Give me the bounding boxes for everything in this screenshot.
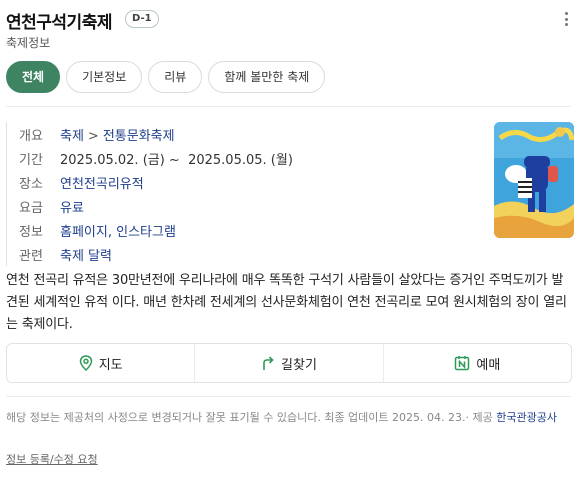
page-subtitle: 축제정보 bbox=[6, 36, 51, 50]
tab-basic-info[interactable]: 기본정보 bbox=[66, 61, 143, 93]
map-pin-icon bbox=[79, 355, 92, 371]
booking-button-label: 예매 bbox=[476, 357, 501, 373]
directions-arrow-icon bbox=[263, 356, 274, 370]
info-list: 개요 축제 > 전통문화축제 기간 2025.05.02. (금) ~ 2025.0… bbox=[6, 122, 486, 266]
period-value: 2025.05.02. (금) ~ 2025.05.05. (월) bbox=[60, 152, 293, 168]
report-edit-link[interactable]: 정보 등록/수정 요청 bbox=[6, 451, 98, 467]
dday-badge: D-1 bbox=[125, 10, 159, 28]
info-row-links: 정보 홈페이지, 인스타그램 bbox=[7, 218, 486, 242]
place-label: 장소 bbox=[19, 176, 43, 192]
naver-booking-icon bbox=[455, 356, 470, 371]
overview-value: 축제 > 전통문화축제 bbox=[57, 125, 175, 144]
festival-poster-image[interactable] bbox=[494, 122, 574, 238]
info-row-place: 장소 연천전곡리유적 bbox=[7, 170, 486, 194]
header: 연천구석기축제 D-1 축제정보 bbox=[6, 8, 571, 56]
fee-label: 요금 bbox=[19, 200, 43, 216]
map-button-label: 지도 bbox=[98, 357, 123, 373]
overview-label: 개요 bbox=[19, 128, 43, 144]
divider bbox=[6, 396, 571, 397]
subcategory-link[interactable]: 전통문화축제 bbox=[103, 129, 175, 144]
action-bar: 지도 길찾기 예매 bbox=[6, 343, 572, 383]
more-options-icon[interactable] bbox=[561, 12, 571, 26]
related-label: 관련 bbox=[19, 248, 43, 264]
links-value[interactable]: 홈페이지, 인스타그램 bbox=[57, 221, 176, 240]
related-link[interactable]: 축제 달력 bbox=[57, 245, 112, 264]
directions-button[interactable]: 길찾기 bbox=[194, 344, 382, 382]
map-button[interactable]: 지도 bbox=[7, 344, 194, 382]
divider bbox=[6, 106, 571, 107]
fee-link[interactable]: 유료 bbox=[57, 197, 84, 216]
category-separator: > bbox=[87, 128, 99, 144]
provider-link[interactable]: 한국관광공사 bbox=[496, 411, 557, 424]
booking-button[interactable]: 예매 bbox=[382, 344, 571, 382]
page-title[interactable]: 연천구석기축제 bbox=[6, 8, 112, 33]
links-label: 정보 bbox=[19, 224, 43, 240]
tab-bar: 전체 기본정보 리뷰 함께 볼만한 축제 bbox=[6, 61, 326, 93]
info-row-overview: 개요 축제 > 전통문화축제 bbox=[7, 122, 486, 146]
category-link[interactable]: 축제 bbox=[60, 129, 84, 144]
tab-all[interactable]: 전체 bbox=[6, 61, 61, 93]
info-row-fee: 요금 유료 bbox=[7, 194, 486, 218]
festival-description: 연천 전곡리 유적은 30만년전에 우리나라에 매우 똑똑한 구석기 사람들이 … bbox=[6, 273, 567, 332]
period-label: 기간 bbox=[19, 152, 43, 168]
info-row-period: 기간 2025.05.02. (금) ~ 2025.05.05. (월) bbox=[7, 146, 486, 170]
tab-related-festivals[interactable]: 함께 볼만한 축제 bbox=[208, 61, 326, 93]
info-row-related: 관련 축제 달력 bbox=[7, 242, 486, 266]
place-link[interactable]: 연천전곡리유적 bbox=[57, 173, 144, 192]
tab-review[interactable]: 리뷰 bbox=[148, 61, 203, 93]
disclaimer-note: 해당 정보는 제공처의 사정으로 변경되거나 잘못 표기될 수 있습니다. 최종… bbox=[6, 411, 493, 424]
poster-illustration bbox=[494, 122, 574, 238]
directions-button-label: 길찾기 bbox=[281, 357, 317, 373]
disclaimer-text: 해당 정보는 제공처의 사정으로 변경되거나 잘못 표기될 수 있습니다. 최종… bbox=[6, 408, 572, 427]
